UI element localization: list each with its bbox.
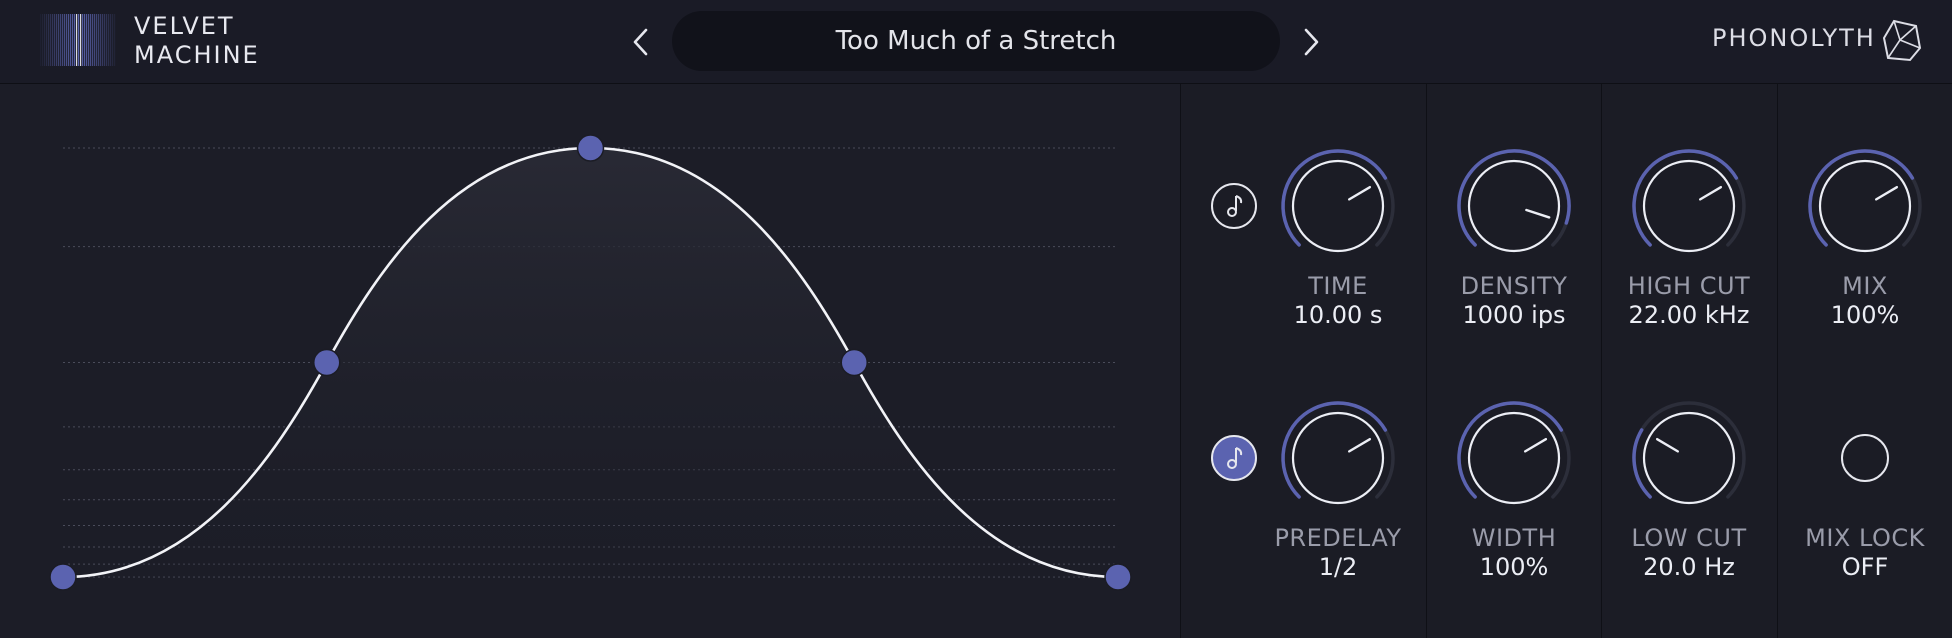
parameter-panel: TIME 10.00 s DENSITY 1000 ips HIGH CUT 2… [1180,84,1952,638]
app-name: VELVET MACHINE [134,12,260,70]
next-preset-button[interactable] [1294,22,1328,62]
app-name-line2: MACHINE [134,41,260,69]
envelope-graph[interactable] [0,84,1180,638]
brand-logo-icon [1882,19,1922,62]
envelope-editor[interactable] [0,84,1180,638]
mix-lock-label: MIX LOCK [1805,524,1925,552]
header-bar: VELVET MACHINE Too Much of a Stretch PHO… [0,0,1952,84]
time-value: 10.00 s [1293,301,1383,329]
chevron-left-icon [633,28,648,56]
mix-knob[interactable] [1805,146,1925,266]
predelay-sync-button[interactable] [1210,434,1258,482]
high-cut-value: 22.00 kHz [1628,301,1750,329]
high-cut-control: HIGH CUT 22.00 kHz [1619,146,1759,330]
preset-name: Too Much of a Stretch [835,26,1117,56]
high-cut-knob[interactable] [1629,146,1749,266]
knob-body [1818,159,1912,253]
predelay-value: 1/2 [1318,553,1358,581]
width-label: WIDTH [1471,524,1557,552]
width-knob[interactable] [1454,398,1574,518]
column-divider [1601,84,1602,638]
music-note-icon [1227,195,1243,217]
mix-lock-toggle[interactable] [1805,398,1925,518]
preset-selector[interactable]: Too Much of a Stretch [672,11,1280,71]
mix-lock-control: MIX LOCK OFF [1795,398,1935,582]
knob-body [1291,411,1385,505]
mix-lock-value: OFF [1841,553,1889,581]
knob-body [1642,411,1736,505]
column-divider [1426,84,1427,638]
density-label: DENSITY [1460,272,1568,300]
width-control: WIDTH 100% [1444,398,1584,582]
time-sync-button[interactable] [1210,182,1258,230]
predelay-label: PREDELAY [1274,524,1402,552]
predelay-control: PREDELAY 1/2 [1268,398,1408,582]
time-knob[interactable] [1278,146,1398,266]
envelope-handle[interactable] [840,348,868,377]
low-cut-knob[interactable] [1629,398,1749,518]
high-cut-label: HIGH CUT [1627,272,1751,300]
column-divider [1180,84,1181,638]
mix-control: MIX 100% [1795,146,1935,330]
predelay-knob[interactable] [1278,398,1398,518]
time-label: TIME [1308,272,1368,300]
density-value: 1000 ips [1462,301,1566,329]
density-control: DENSITY 1000 ips [1444,146,1584,330]
knob-body [1467,411,1561,505]
knob-body [1291,159,1385,253]
prev-preset-button[interactable] [624,22,658,62]
low-cut-value: 20.0 Hz [1643,553,1735,581]
low-cut-label: LOW CUT [1631,524,1747,552]
envelope-handle[interactable] [313,348,341,377]
mix-value: 100% [1830,301,1900,329]
knob-body [1642,159,1736,253]
time-control: TIME 10.00 s [1268,146,1408,330]
envelope-handle[interactable] [576,134,605,162]
mix-label: MIX [1842,272,1888,300]
column-divider [1777,84,1778,638]
logo-icon [40,14,116,66]
envelope-handle[interactable] [49,563,77,591]
low-cut-control: LOW CUT 20.0 Hz [1619,398,1759,582]
chevron-right-icon [1304,28,1319,56]
app-name-line1: VELVET [134,12,235,40]
width-value: 100% [1479,553,1549,581]
envelope-handle[interactable] [1104,563,1132,591]
density-knob[interactable] [1454,146,1574,266]
brand-name: PHONOLYTH [1712,24,1876,52]
knob-body [1467,159,1561,253]
